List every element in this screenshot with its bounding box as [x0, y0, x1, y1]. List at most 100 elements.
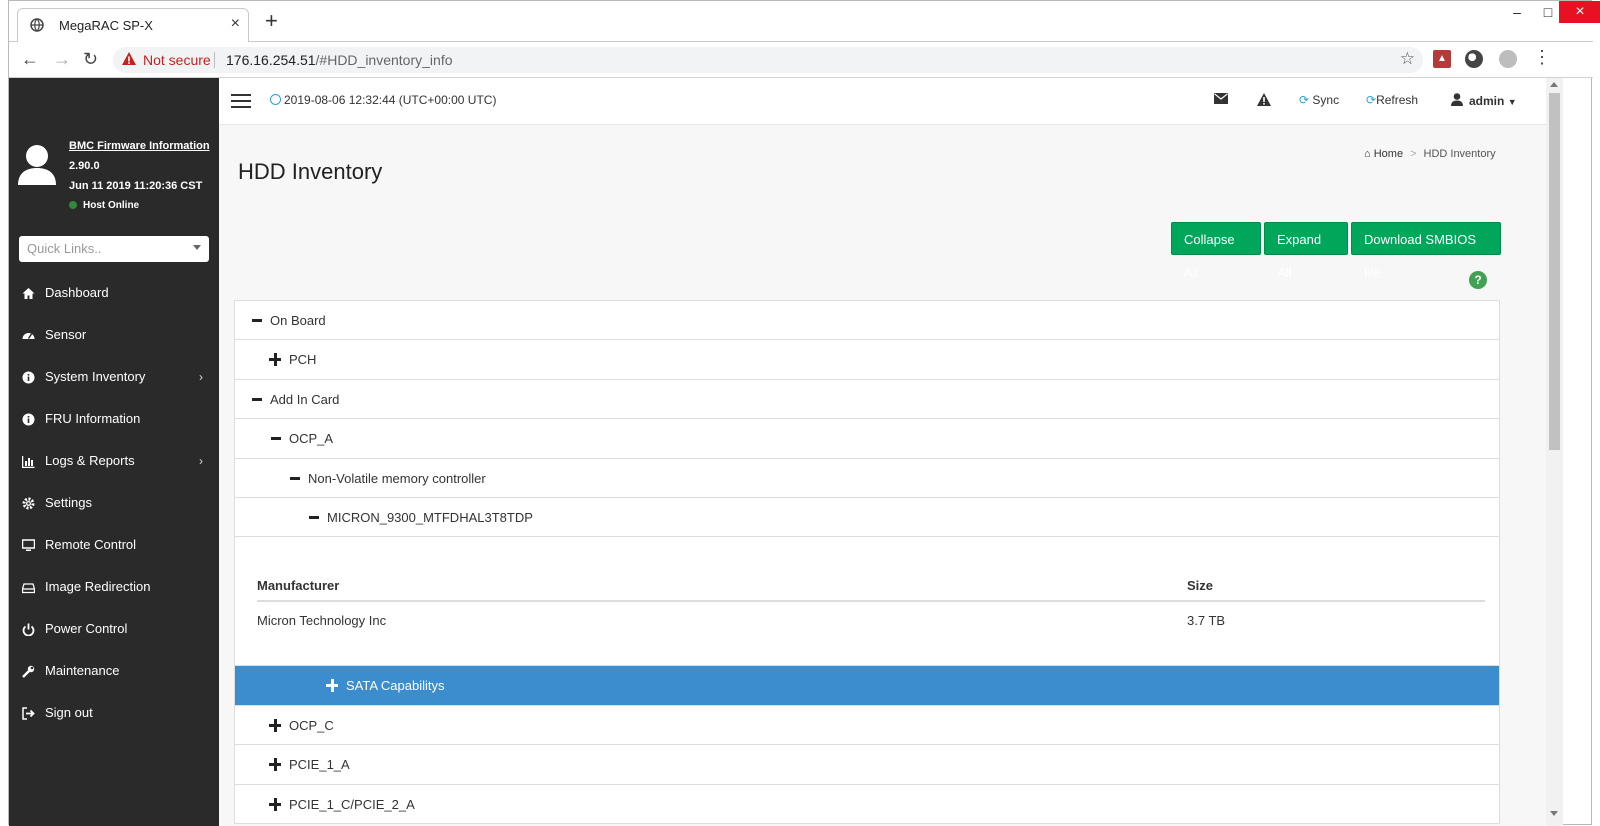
sidebar-item-label: System Inventory: [45, 369, 146, 384]
tree-node-label: Add In Card: [270, 391, 340, 407]
tree-node-label: PCIE_1_C/PCIE_2_A: [289, 796, 415, 812]
refresh-label: Refresh: [1376, 93, 1419, 107]
url-path: /#HDD_inventory_info: [315, 52, 453, 68]
breadcrumb: ⌂ Home > HDD Inventory: [1364, 148, 1496, 160]
size-value: 3.7 TB: [1187, 613, 1226, 629]
sidebar-item-label: FRU Information: [45, 411, 141, 426]
scroll-up-icon[interactable]: [1550, 82, 1558, 87]
sidebar-item-image-redirection[interactable]: Image Redirection: [9, 566, 219, 608]
url-bar[interactable]: Not secure 176.16.254.51/#HDD_inventory_…: [113, 47, 1423, 73]
user-avatar-icon: [17, 144, 57, 189]
tree-node-label: Non-Volatile memory controller: [308, 470, 486, 486]
tab-strip: MegaRAC SP-X × + – □ ×: [9, 1, 1600, 42]
sidebar-item-label: Image Redirection: [45, 579, 151, 594]
bookmark-star-icon[interactable]: ☆: [1400, 49, 1415, 69]
home-icon: [22, 288, 35, 299]
collapse-all-button[interactable]: Collapse All: [1171, 222, 1261, 280]
user-menu-button[interactable]: admin ▼: [1451, 93, 1517, 108]
quick-links-select[interactable]: Quick Links..: [19, 236, 209, 262]
sidebar-item-fru-information[interactable]: FRU Information: [9, 398, 219, 440]
breadcrumb-current: HDD Inventory: [1423, 148, 1496, 160]
browser-tab[interactable]: MegaRAC SP-X ×: [17, 8, 249, 42]
not-secure-label[interactable]: Not secure: [143, 52, 211, 68]
refresh-icon: ⟳: [1366, 93, 1377, 107]
tree-node-micron-drive[interactable]: MICRON_9300_MTFDHAL3T8TDP: [235, 498, 1499, 538]
drive-detail-table: Manufacturer Size Micron Technology Inc …: [257, 572, 1485, 638]
status-dot-icon: [69, 201, 77, 209]
sidebar: BMC Firmware Information 2.90.0 Jun 11 2…: [9, 78, 219, 826]
sidebar-item-system-inventory[interactable]: System Inventory ›: [9, 356, 219, 398]
sidebar-item-dashboard[interactable]: Dashboard: [9, 272, 219, 314]
profile-icon[interactable]: [1499, 50, 1517, 68]
sync-label: Sync: [1312, 93, 1340, 107]
globe-icon: [30, 18, 44, 35]
sidebar-item-power-control[interactable]: Power Control: [9, 608, 219, 650]
url-text[interactable]: 176.16.254.51/#HDD_inventory_info: [226, 52, 453, 68]
sidebar-item-settings[interactable]: Settings: [9, 482, 219, 524]
sign-out-icon: [22, 707, 35, 720]
sidebar-item-remote-control[interactable]: Remote Control: [9, 524, 219, 566]
tree-node-label: SATA Capabilitys: [346, 678, 445, 694]
back-arrow-icon[interactable]: ←: [21, 49, 39, 70]
pdf-extension-icon[interactable]: ▲: [1433, 50, 1451, 68]
scroll-down-icon[interactable]: [1550, 811, 1558, 816]
scrollbar-thumb[interactable]: [1549, 93, 1560, 450]
tree-node-pch[interactable]: PCH: [235, 340, 1499, 380]
column-header-manufacturer: Manufacturer: [257, 578, 340, 594]
sidebar-item-label: Power Control: [45, 621, 128, 636]
chevron-right-icon: ›: [199, 370, 203, 384]
close-window-button[interactable]: ×: [1559, 1, 1600, 23]
tab-title: MegaRAC SP-X: [59, 18, 153, 33]
drive-icon: [22, 583, 35, 594]
close-tab-icon[interactable]: ×: [231, 15, 240, 33]
chevron-down-icon: [193, 245, 201, 250]
bmc-firmware-link[interactable]: BMC Firmware Information: [69, 140, 210, 152]
sidebar-item-label: Sign out: [45, 705, 93, 720]
tree-node-ocp-c[interactable]: OCP_C: [235, 706, 1499, 746]
power-icon: [22, 623, 35, 636]
new-tab-button[interactable]: +: [265, 10, 278, 32]
quick-links-placeholder: Quick Links..: [27, 241, 102, 256]
breadcrumb-home[interactable]: Home: [1374, 148, 1403, 160]
minimize-button[interactable]: –: [1501, 1, 1533, 23]
sync-button[interactable]: ⟳ Sync: [1299, 93, 1339, 107]
current-datetime: 2019-08-06 12:32:44 (UTC+00:00 UTC): [270, 93, 496, 107]
wrench-icon: [22, 665, 35, 678]
page-scrollbar[interactable]: [1546, 78, 1563, 826]
sidebar-item-sign-out[interactable]: Sign out: [9, 692, 219, 734]
reload-icon[interactable]: ↻: [83, 49, 98, 70]
tree-node-pcie-1-a[interactable]: PCIE_1_A: [235, 745, 1499, 785]
sidebar-item-sensor[interactable]: Sensor: [9, 314, 219, 356]
tree-node-label: PCH: [289, 352, 317, 368]
forward-arrow-icon[interactable]: →: [53, 49, 71, 70]
main-content: 2019-08-06 12:32:44 (UTC+00:00 UTC) ⟳ Sy…: [219, 78, 1546, 826]
expand-all-button[interactable]: Expand All: [1264, 222, 1348, 280]
table-row: Micron Technology Inc 3.7 TB: [257, 602, 1485, 638]
sidebar-item-logs-reports[interactable]: Logs & Reports ›: [9, 440, 219, 482]
hamburger-menu-icon[interactable]: [231, 94, 251, 109]
browser-menu-icon[interactable]: ⋮: [1533, 48, 1551, 66]
help-icon[interactable]: ?: [1469, 271, 1487, 289]
user-icon: [1451, 93, 1463, 106]
download-smbios-button[interactable]: Download SMBIOS file: [1351, 222, 1501, 280]
tree-node-ocp-a[interactable]: OCP_A: [235, 419, 1499, 459]
sidebar-item-maintenance[interactable]: Maintenance: [9, 650, 219, 692]
envelope-icon[interactable]: [1214, 93, 1228, 107]
extension-icon[interactable]: [1465, 50, 1483, 68]
tree-node-sata-capabilitys[interactable]: SATA Capabilitys: [235, 666, 1499, 706]
sidebar-item-label: Maintenance: [45, 663, 120, 678]
sidebar-item-label: Dashboard: [45, 285, 109, 300]
tree-node-nvm-controller[interactable]: Non-Volatile memory controller: [235, 459, 1499, 498]
host-status-label: Host Online: [83, 200, 140, 211]
refresh-button[interactable]: ⟳Refresh: [1366, 93, 1418, 107]
user-label: admin: [1469, 94, 1505, 108]
firmware-version: 2.90.0: [69, 160, 100, 172]
tree-node-on-board[interactable]: On Board: [235, 301, 1499, 341]
alert-triangle-icon[interactable]: [1257, 93, 1271, 109]
drive-detail-panel: Manufacturer Size Micron Technology Inc …: [235, 537, 1499, 667]
tree-node-add-in-card[interactable]: Add In Card: [235, 380, 1499, 420]
tree-node-pcie-1-c-pcie-2-a[interactable]: PCIE_1_C/PCIE_2_A: [235, 785, 1499, 824]
page-title: HDD Inventory: [238, 159, 383, 184]
tree-node-label: On Board: [270, 313, 326, 328]
browser-window: MegaRAC SP-X × + – □ × ← → ↻ Not secure …: [8, 0, 1600, 826]
